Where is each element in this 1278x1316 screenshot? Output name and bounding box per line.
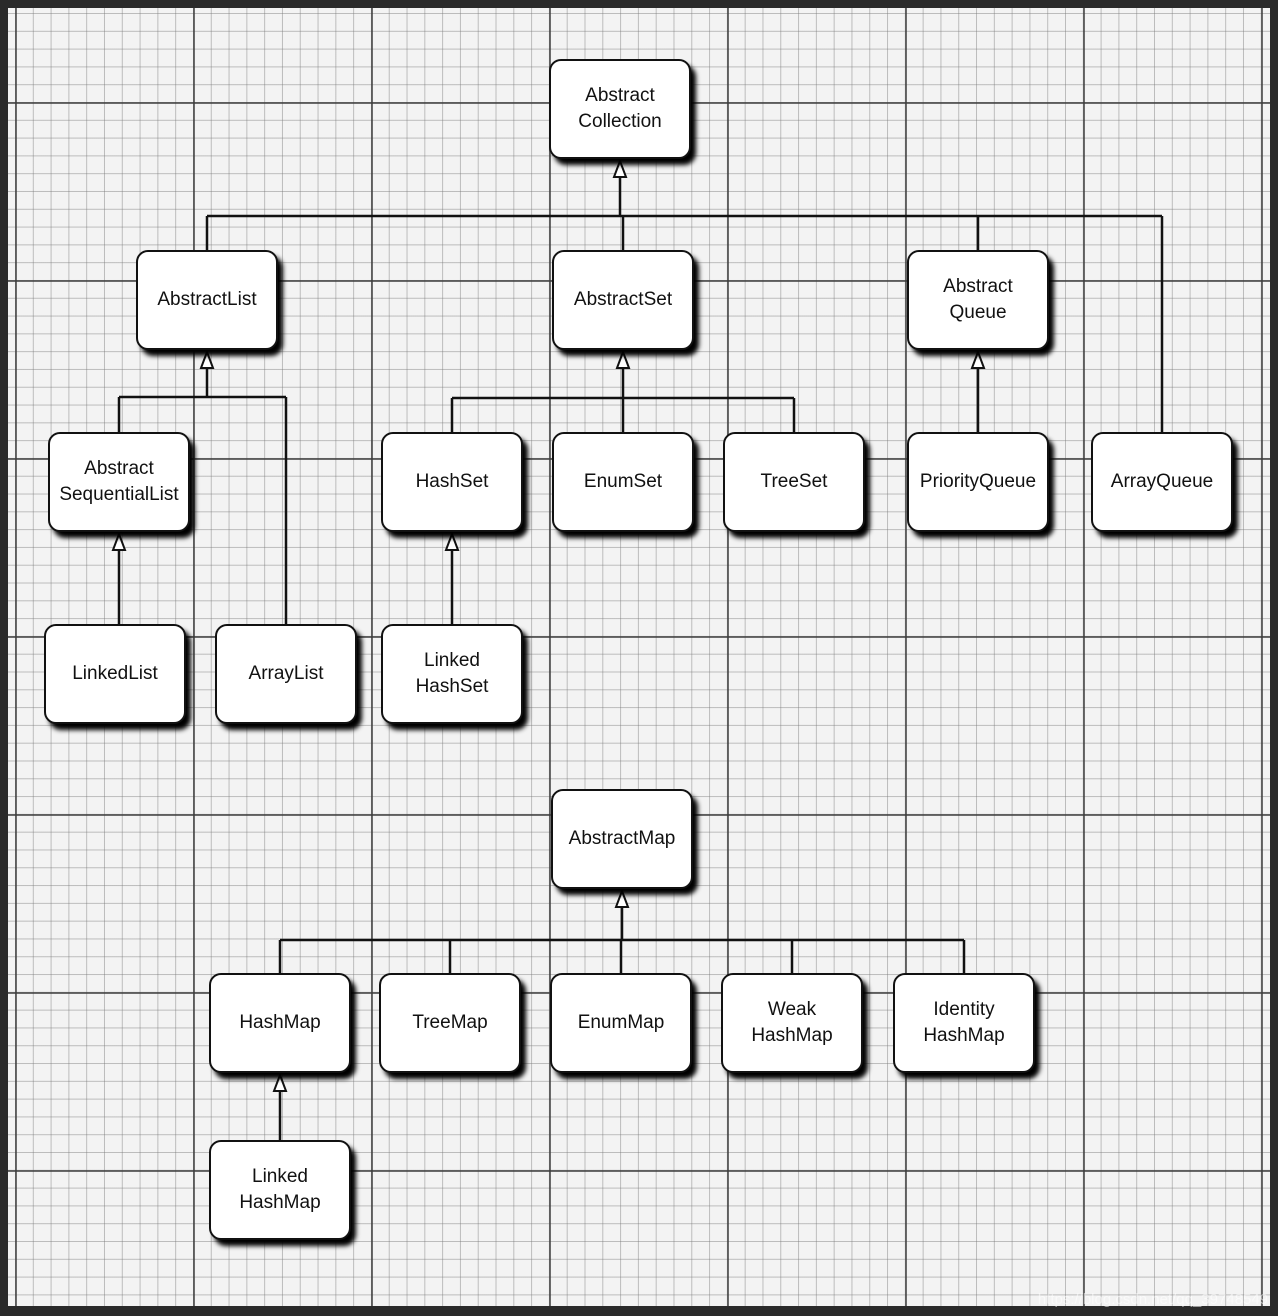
inheritance-arrow-icon (444, 531, 460, 551)
class-box-enum-map: EnumMap (550, 973, 692, 1073)
class-box-tree-set: TreeSet (723, 432, 865, 532)
class-box-hash-set: HashSet (381, 432, 523, 532)
class-name-line: Weak (767, 999, 817, 1020)
class-name-line: EnumMap (577, 1012, 665, 1033)
class-box-abstract-list: AbstractList (136, 250, 278, 350)
class-name-line: Collection (578, 111, 662, 132)
class-box-abstract-collection: Abstract Collection (549, 59, 691, 159)
class-box-linked-list: LinkedList (44, 624, 186, 724)
class-box-linked-hash-set: Linked HashSet (381, 624, 523, 724)
class-name-line: Identity (933, 999, 995, 1020)
class-name-line: HashSet (415, 676, 489, 697)
class-box-enum-set: EnumSet (552, 432, 694, 532)
class-box-abstract-map: AbstractMap (551, 789, 693, 889)
class-name-line: ArrayQueue (1110, 471, 1214, 492)
class-name-line: Linked (424, 650, 480, 671)
class-name-line: LinkedList (72, 663, 158, 684)
class-name-line: Linked (252, 1166, 308, 1187)
class-box-linked-hash-map: Linked HashMap (209, 1140, 351, 1240)
class-box-abstract-sequential-list: Abstract SequentialList (48, 432, 190, 532)
inheritance-arrow-icon (970, 349, 986, 369)
inheritance-arrow-icon (614, 888, 630, 908)
class-box-weak-hash-map: Weak HashMap (721, 973, 863, 1073)
class-name-line: HashSet (415, 471, 489, 492)
class-name-line: Abstract (585, 85, 655, 106)
class-name-line: EnumSet (583, 471, 663, 492)
class-name-line: AbstractMap (568, 828, 676, 849)
class-box-priority-queue: PriorityQueue (907, 432, 1049, 532)
class-name-line: HashMap (923, 1025, 1005, 1046)
class-name-line: Abstract (943, 276, 1013, 297)
inheritance-arrow-icon (111, 531, 127, 551)
inheritance-connectors (111, 158, 1164, 1140)
class-name-line: AbstractSet (573, 289, 673, 310)
class-name-line: TreeSet (760, 471, 828, 492)
watermark: https://blog.csdn.net/qq_39748549 (1037, 1291, 1268, 1308)
class-box-abstract-set: AbstractSet (552, 250, 694, 350)
inheritance-arrow-icon (612, 158, 628, 178)
class-name-line: Abstract (84, 458, 154, 479)
inheritance-arrow-icon (272, 1072, 288, 1092)
inheritance-arrow-icon (199, 349, 215, 369)
class-name-line: HashMap (239, 1192, 321, 1213)
class-box-array-queue: ArrayQueue (1091, 432, 1233, 532)
class-box-identity-hash-map: Identity HashMap (893, 973, 1035, 1073)
class-name-line: HashMap (239, 1012, 321, 1033)
class-name-line: PriorityQueue (919, 471, 1037, 492)
inheritance-arrow-icon (615, 349, 631, 369)
class-name-line: ArrayList (248, 663, 324, 684)
class-box-abstract-queue: Abstract Queue (907, 250, 1049, 350)
class-box-array-list: ArrayList (215, 624, 357, 724)
class-box-hash-map: HashMap (209, 973, 351, 1073)
class-name-line: AbstractList (157, 289, 257, 310)
class-box-tree-map: TreeMap (379, 973, 521, 1073)
class-name-line: TreeMap (412, 1012, 488, 1033)
class-name-line: SequentialList (59, 484, 179, 505)
class-name-line: HashMap (751, 1025, 833, 1046)
class-name-line: Queue (949, 302, 1007, 323)
